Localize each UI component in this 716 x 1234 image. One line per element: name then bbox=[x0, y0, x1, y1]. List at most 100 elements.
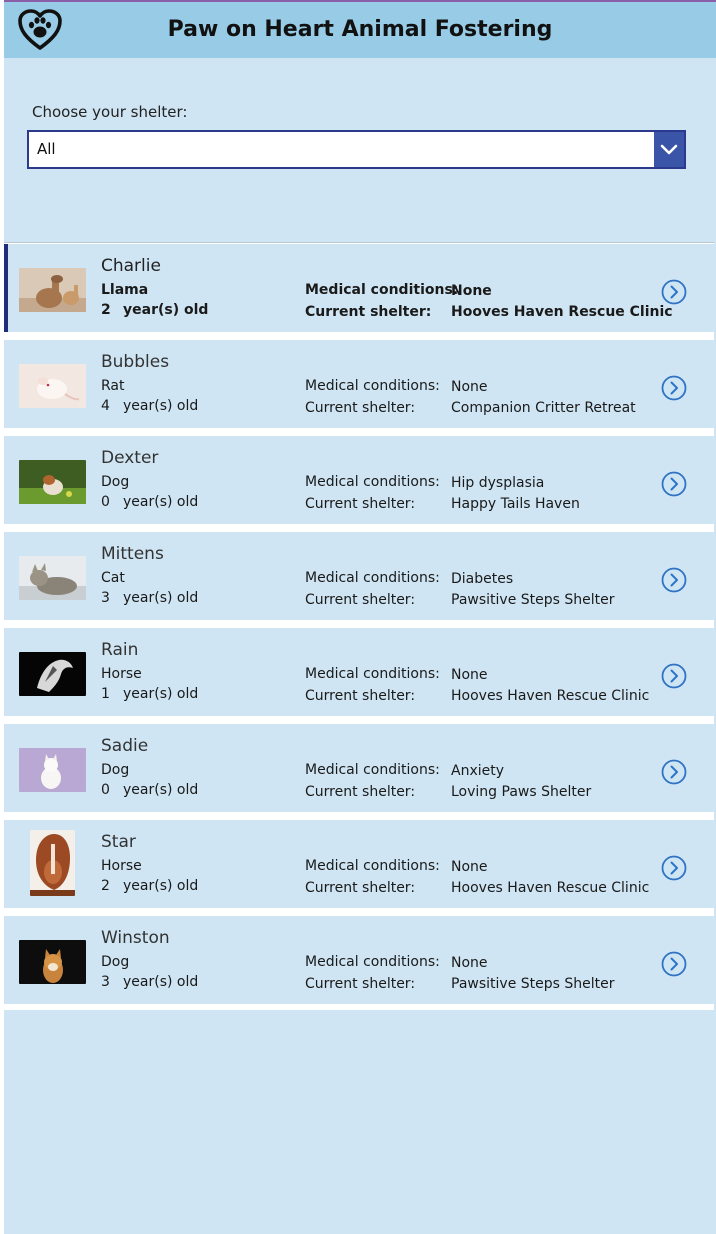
pet-age: 2 year(s) old bbox=[101, 302, 208, 318]
medical-conditions-label: Medical conditions: bbox=[305, 762, 440, 778]
current-shelter-label: Current shelter: bbox=[305, 784, 416, 800]
chevron-right-circle-icon[interactable] bbox=[661, 951, 687, 977]
cat-photo bbox=[19, 556, 86, 600]
pet-row-bubbles[interactable]: Bubbles Rat 4 year(s) old Medical conditi… bbox=[4, 340, 714, 428]
pet-age-number: 3 bbox=[101, 590, 110, 606]
dog-grass-photo bbox=[19, 460, 86, 504]
pet-age: 0 year(s) old bbox=[101, 494, 198, 510]
medical-conditions-value: Anxiety bbox=[451, 763, 505, 779]
pet-row-star[interactable]: Star Horse 2 year(s) old Medical conditio… bbox=[4, 820, 714, 908]
shelter-filter-label: Choose your shelter: bbox=[32, 103, 188, 121]
medical-conditions-value: None bbox=[451, 283, 492, 299]
medical-conditions-value: Hip dysplasia bbox=[451, 475, 545, 491]
current-shelter-value: Loving Paws Shelter bbox=[451, 784, 592, 800]
current-shelter-value: Pawsitive Steps Shelter bbox=[451, 976, 615, 992]
age-suffix-label: year(s) old bbox=[123, 974, 199, 990]
current-shelter-value: Hooves Haven Rescue Clinic bbox=[451, 688, 650, 704]
pet-gallery: Charlie Llama 2 year(s) old Medical condi… bbox=[4, 242, 714, 1010]
shelter-dropdown[interactable]: All bbox=[27, 130, 686, 169]
current-shelter-value: Companion Critter Retreat bbox=[451, 400, 636, 416]
pet-species: Llama bbox=[101, 282, 149, 298]
pony-photo bbox=[30, 830, 75, 896]
header-bar: Paw on Heart Animal Fostering bbox=[4, 2, 716, 58]
pet-name: Sadie bbox=[101, 736, 149, 756]
age-suffix-label: year(s) old bbox=[123, 494, 199, 510]
medical-conditions-label: Medical conditions: bbox=[305, 474, 440, 490]
dropdown-toggle-button[interactable] bbox=[654, 132, 684, 167]
pet-species: Horse bbox=[101, 858, 142, 874]
pet-age: 2 year(s) old bbox=[101, 878, 198, 894]
pet-row-rain[interactable]: Rain Horse 1 year(s) old Medical conditio… bbox=[4, 628, 714, 716]
pet-age-number: 2 bbox=[101, 878, 110, 894]
pet-species: Cat bbox=[101, 570, 125, 586]
pet-age-number: 2 bbox=[101, 302, 111, 318]
pet-name: Charlie bbox=[101, 256, 161, 276]
pet-name: Star bbox=[101, 832, 136, 852]
chevron-right-circle-icon[interactable] bbox=[661, 855, 687, 881]
age-suffix-label: year(s) old bbox=[123, 686, 199, 702]
current-shelter-value: Hooves Haven Rescue Clinic bbox=[451, 880, 650, 896]
pet-age: 4 year(s) old bbox=[101, 398, 198, 414]
age-suffix-label: year(s) old bbox=[123, 590, 199, 606]
pet-row-dexter[interactable]: Dexter Dog 0 year(s) old Medical conditio… bbox=[4, 436, 714, 524]
rat-photo bbox=[19, 364, 86, 408]
current-shelter-label: Current shelter: bbox=[305, 592, 416, 608]
pet-age-number: 1 bbox=[101, 686, 110, 702]
llama-photo bbox=[19, 268, 86, 312]
pet-row-charlie[interactable]: Charlie Llama 2 year(s) old Medical condi… bbox=[4, 244, 714, 332]
pet-age: 1 year(s) old bbox=[101, 686, 198, 702]
current-shelter-value: Hooves Haven Rescue Clinic bbox=[451, 304, 673, 320]
gallery-divider bbox=[4, 242, 714, 243]
current-shelter-label: Current shelter: bbox=[305, 304, 432, 320]
current-shelter-label: Current shelter: bbox=[305, 976, 416, 992]
pet-species: Dog bbox=[101, 762, 130, 778]
shelter-dropdown-value: All bbox=[37, 140, 56, 158]
age-suffix-label: year(s) old bbox=[123, 398, 199, 414]
pet-age-number: 0 bbox=[101, 782, 110, 798]
pet-age-number: 3 bbox=[101, 974, 110, 990]
white-dog-photo bbox=[19, 748, 86, 792]
current-shelter-value: Pawsitive Steps Shelter bbox=[451, 592, 615, 608]
pet-row-sadie[interactable]: Sadie Dog 0 year(s) old Medical condition… bbox=[4, 724, 714, 812]
pet-age: 3 year(s) old bbox=[101, 974, 198, 990]
age-suffix-label: year(s) old bbox=[123, 878, 199, 894]
pet-age-number: 0 bbox=[101, 494, 110, 510]
age-suffix-label: year(s) old bbox=[123, 782, 199, 798]
medical-conditions-value: None bbox=[451, 955, 488, 971]
pet-age: 3 year(s) old bbox=[101, 590, 198, 606]
chevron-right-circle-icon[interactable] bbox=[661, 279, 687, 305]
pet-species: Dog bbox=[101, 474, 130, 490]
app-screen: Paw on Heart Animal Fostering Choose you… bbox=[0, 0, 716, 1234]
medical-conditions-value: Diabetes bbox=[451, 571, 514, 587]
pet-species: Dog bbox=[101, 954, 130, 970]
pet-row-winston[interactable]: Winston Dog 3 year(s) old Medical conditi… bbox=[4, 916, 714, 1004]
current-shelter-label: Current shelter: bbox=[305, 880, 416, 896]
current-shelter-label: Current shelter: bbox=[305, 400, 416, 416]
pet-name: Rain bbox=[101, 640, 139, 660]
chevron-right-circle-icon[interactable] bbox=[661, 567, 687, 593]
chevron-right-circle-icon[interactable] bbox=[661, 759, 687, 785]
chevron-right-circle-icon[interactable] bbox=[661, 375, 687, 401]
chevron-right-circle-icon[interactable] bbox=[661, 471, 687, 497]
pet-species: Horse bbox=[101, 666, 142, 682]
pet-name: Mittens bbox=[101, 544, 164, 564]
medical-conditions-value: None bbox=[451, 379, 488, 395]
pet-name: Bubbles bbox=[101, 352, 170, 372]
pet-species: Rat bbox=[101, 378, 125, 394]
pet-name: Winston bbox=[101, 928, 170, 948]
medical-conditions-label: Medical conditions: bbox=[305, 378, 440, 394]
current-shelter-label: Current shelter: bbox=[305, 688, 416, 704]
page-title: Paw on Heart Animal Fostering bbox=[167, 17, 553, 42]
medical-conditions-value: None bbox=[451, 859, 488, 875]
pet-age-number: 4 bbox=[101, 398, 110, 414]
medical-conditions-label: Medical conditions: bbox=[305, 666, 440, 682]
pet-row-mittens[interactable]: Mittens Cat 3 year(s) old Medical conditi… bbox=[4, 532, 714, 620]
current-shelter-label: Current shelter: bbox=[305, 496, 416, 512]
shiba-photo bbox=[19, 940, 86, 984]
selection-indicator bbox=[4, 244, 8, 332]
chevron-down-icon bbox=[660, 144, 678, 155]
chevron-right-circle-icon[interactable] bbox=[661, 663, 687, 689]
medical-conditions-value: None bbox=[451, 667, 488, 683]
medical-conditions-label: Medical conditions: bbox=[305, 282, 459, 298]
current-shelter-value: Happy Tails Haven bbox=[451, 496, 580, 512]
